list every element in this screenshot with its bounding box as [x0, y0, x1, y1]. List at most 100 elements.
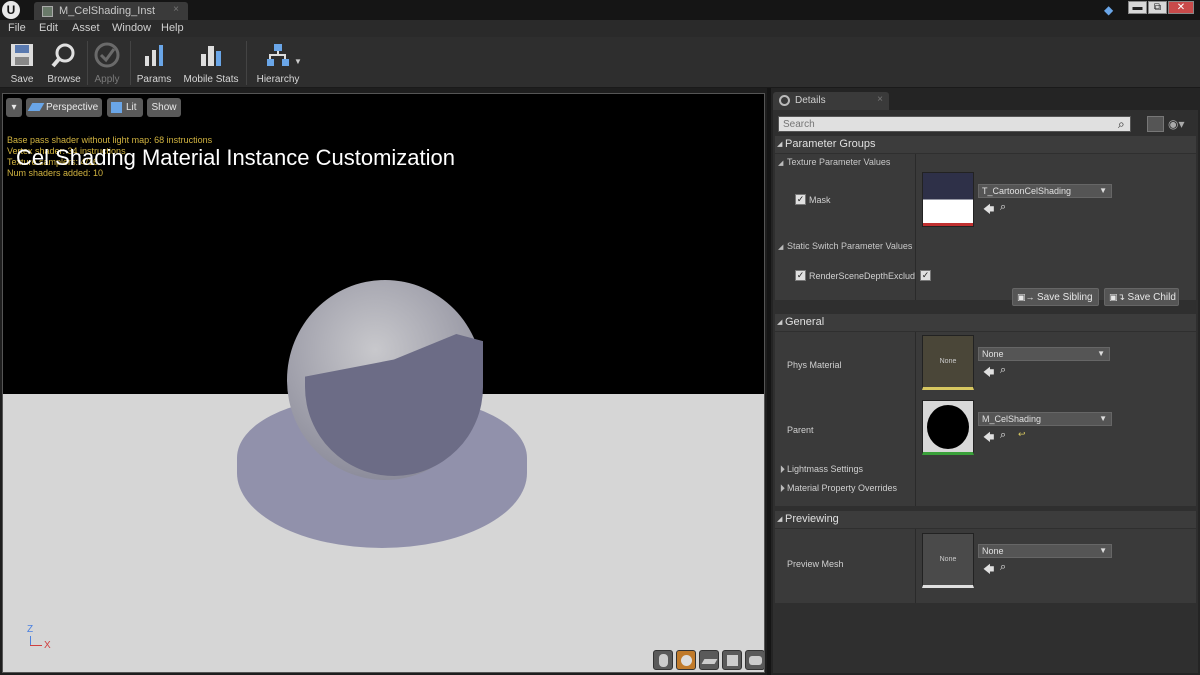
- search-input[interactable]: [778, 116, 1131, 132]
- checkmark-icon: [94, 42, 120, 68]
- browse-button[interactable]: Browse: [44, 39, 84, 87]
- chevron-down-icon: ▼: [1099, 414, 1107, 423]
- toolbar-divider: [246, 41, 247, 85]
- params-button[interactable]: Params: [134, 39, 174, 87]
- cylinder-preview-button[interactable]: [653, 650, 673, 670]
- minimize-button[interactable]: ▬: [1128, 1, 1147, 14]
- details-icon: [779, 95, 790, 106]
- phys-material-thumbnail[interactable]: None: [922, 335, 974, 390]
- browse-search-icon[interactable]: ⌕: [1000, 201, 1006, 214]
- preview-mesh-label: Preview Mesh: [787, 559, 844, 569]
- save-button[interactable]: Save: [4, 39, 40, 87]
- phys-material-value: None: [982, 349, 1004, 359]
- previewing-header[interactable]: Previewing: [775, 511, 1196, 528]
- perspective-button[interactable]: Perspective: [26, 98, 102, 117]
- mobile-stats-button[interactable]: Mobile Stats: [180, 39, 242, 87]
- browse-search-icon[interactable]: ⌕: [1000, 429, 1006, 442]
- render-depth-override-checkbox[interactable]: ✓: [795, 270, 806, 281]
- menu-edit[interactable]: Edit: [39, 22, 58, 34]
- mobile-stats-icon: [201, 46, 221, 66]
- params-icon: [145, 45, 163, 66]
- chevron-down-icon: ▼: [1099, 186, 1107, 195]
- chevron-down-icon[interactable]: ▼: [294, 57, 302, 66]
- toolbar: Save Browse Apply Params Mobile Stats Hi…: [0, 37, 1200, 88]
- browse-search-icon[interactable]: ⌕: [1000, 561, 1006, 574]
- material-property-overrides-label[interactable]: Material Property Overrides: [787, 483, 897, 493]
- sphere-preview-button[interactable]: [676, 650, 696, 670]
- menu-file[interactable]: File: [8, 22, 26, 34]
- use-selected-arrow-icon[interactable]: 🡄: [983, 561, 994, 580]
- preview-mesh-combo[interactable]: None ▼: [978, 544, 1112, 558]
- use-selected-arrow-icon[interactable]: 🡄: [983, 364, 994, 383]
- close-tab-icon[interactable]: ×: [877, 94, 883, 105]
- apply-button[interactable]: Apply: [90, 39, 124, 87]
- previewing-section: Preview Mesh None None ▼ 🡄 ⌕: [775, 529, 1196, 603]
- show-button[interactable]: Show: [147, 98, 181, 117]
- column-divider[interactable]: [915, 529, 916, 603]
- save-child-icon: ▣↴: [1109, 292, 1128, 302]
- lit-button[interactable]: Lit: [107, 98, 143, 117]
- parent-combo[interactable]: M_CelShading ▼: [978, 412, 1112, 426]
- menu-bar: File Edit Asset Window Help: [0, 20, 1200, 37]
- search-icon[interactable]: ⌕: [1118, 117, 1132, 131]
- phys-material-combo[interactable]: None ▼: [978, 347, 1110, 361]
- hierarchy-label: Hierarchy: [256, 74, 300, 85]
- parent-sphere-preview: [927, 405, 969, 449]
- collapsed-arrow-icon[interactable]: ◢: [776, 483, 786, 493]
- cube-icon: [727, 655, 738, 666]
- column-divider[interactable]: [915, 154, 916, 300]
- use-selected-arrow-icon[interactable]: 🡄: [983, 201, 994, 220]
- mask-label: Mask: [809, 195, 831, 205]
- viewport-options-dropdown[interactable]: ▾: [6, 98, 22, 117]
- menu-window[interactable]: Window: [112, 22, 151, 34]
- mask-override-checkbox[interactable]: ✓: [795, 194, 806, 205]
- material-instance-icon: [42, 6, 53, 17]
- close-tab-icon[interactable]: ×: [173, 4, 179, 15]
- menu-asset[interactable]: Asset: [72, 22, 100, 34]
- menu-help[interactable]: Help: [161, 22, 184, 34]
- view-options-icon[interactable]: ◉▾: [1168, 117, 1185, 131]
- plane-preview-button[interactable]: [699, 650, 719, 670]
- document-tab[interactable]: M_CelShading_Inst ×: [34, 2, 188, 20]
- lightmass-settings-label[interactable]: Lightmass Settings: [787, 464, 863, 474]
- close-button[interactable]: ✕: [1168, 1, 1194, 14]
- render-depth-value-checkbox[interactable]: ✓: [920, 270, 931, 281]
- params-label: Params: [136, 74, 172, 85]
- browse-label: Browse: [47, 74, 81, 85]
- use-selected-arrow-icon[interactable]: 🡄: [983, 429, 994, 448]
- mask-texture-thumbnail[interactable]: [922, 172, 974, 227]
- property-matrix-icon[interactable]: [1147, 116, 1164, 132]
- lit-label: Lit: [126, 102, 137, 113]
- reset-to-default-icon[interactable]: ↩: [1018, 429, 1026, 440]
- custom-mesh-preview-button[interactable]: [745, 650, 764, 670]
- save-child-button[interactable]: ▣↴ Save Child: [1104, 288, 1179, 306]
- expand-arrow-icon[interactable]: ◢: [778, 243, 783, 251]
- search-icon: [51, 43, 75, 68]
- parent-value: M_CelShading: [982, 414, 1042, 424]
- apply-label: Apply: [94, 74, 120, 85]
- browse-search-icon[interactable]: ⌕: [1000, 364, 1006, 377]
- general-header[interactable]: General: [775, 314, 1196, 331]
- collapsed-arrow-icon[interactable]: ◢: [776, 464, 786, 474]
- toolbar-divider: [130, 41, 131, 85]
- static-switch-header: Static Switch Parameter Values: [787, 241, 913, 251]
- details-tab[interactable]: Details ×: [773, 92, 889, 110]
- mask-texture-combo[interactable]: T_CartoonCelShading ▼: [978, 184, 1112, 198]
- parent-thumbnail[interactable]: [922, 400, 974, 455]
- chevron-down-icon: ▼: [1099, 546, 1107, 555]
- save-sibling-button[interactable]: ▣→ Save Sibling: [1012, 288, 1099, 306]
- phys-thumbnail-text: None: [939, 358, 957, 365]
- preview-viewport[interactable]: ▾ Perspective Lit Show Base pass shader …: [2, 93, 765, 673]
- help-icon[interactable]: ◆: [1104, 3, 1118, 17]
- document-tab-label: M_CelShading_Inst: [59, 5, 156, 17]
- restore-button[interactable]: ⧉: [1148, 1, 1167, 14]
- column-divider[interactable]: [915, 332, 916, 506]
- save-child-label: Save Child: [1127, 292, 1176, 303]
- mask-texture-value: T_CartoonCelShading: [982, 186, 1072, 196]
- perspective-icon: [27, 103, 45, 111]
- render-depth-label: RenderSceneDepthExclude: [809, 271, 915, 281]
- cube-preview-button[interactable]: [722, 650, 742, 670]
- preview-mesh-thumbnail[interactable]: None: [922, 533, 974, 588]
- parameter-groups-header[interactable]: Parameter Groups: [775, 136, 1196, 153]
- expand-arrow-icon[interactable]: ◢: [778, 159, 783, 167]
